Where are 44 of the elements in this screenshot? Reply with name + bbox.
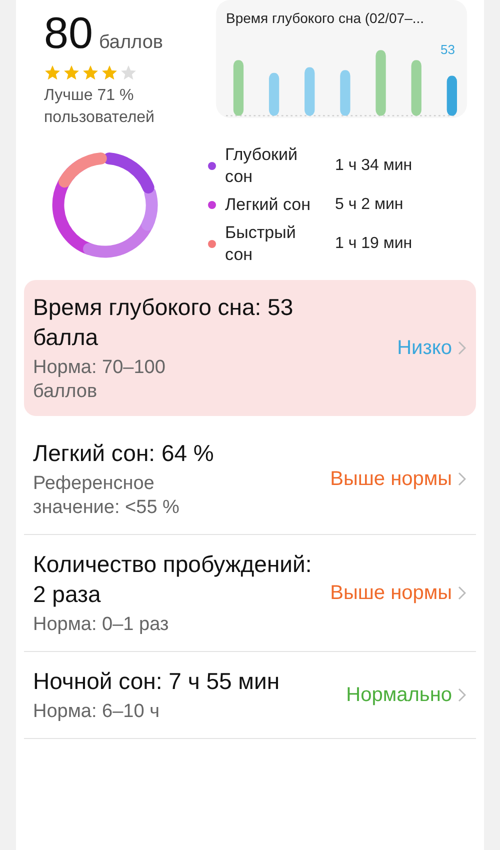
metric-norm: Норма: 0–1 раз — [33, 613, 170, 637]
chevron-icon — [458, 472, 466, 486]
metric-status: Выше нормы — [330, 468, 452, 490]
legend-label: Легкий сон — [225, 194, 312, 216]
metric-title: Легкий сон: 64 % — [33, 439, 215, 468]
metric-status: Нормально — [346, 684, 452, 706]
metric-status: Выше нормы — [330, 582, 452, 604]
metric-status: Низко — [397, 336, 452, 360]
metric-title: Время глубокого сна: 53 балла — [33, 293, 294, 352]
metric-norm: Норма: 6–10 ч — [33, 700, 160, 724]
score-unit: баллов — [98, 32, 164, 54]
chart-bar — [446, 76, 457, 116]
sleep-score: 80 — [44, 8, 93, 60]
bar-value-label: 53 — [440, 42, 455, 57]
chart-bar — [411, 60, 422, 116]
star-icon — [82, 64, 99, 81]
chart-bar — [304, 67, 315, 116]
legend-label: Быстрый сон — [225, 222, 297, 266]
star-icon — [101, 64, 118, 81]
legend-duration: 5 ч 2 мин — [335, 196, 404, 214]
chart-bar — [268, 72, 280, 116]
legend-duration: 1 ч 34 мин — [335, 157, 412, 175]
comparison-text: Лучше 71 % пользователей — [44, 86, 156, 128]
metric-title: Ночной сон: 7 ч 55 мин — [33, 667, 281, 696]
chart-bar — [233, 60, 244, 116]
metric-row[interactable]: Легкий сон: 64 % Референсное значение: <55 % Выше нормы — [24, 424, 476, 535]
chart-bar — [376, 50, 386, 116]
star-icon — [63, 64, 80, 81]
chart-card[interactable]: Время глубокого сна (02/07–... 53 — [216, 0, 467, 118]
metric-row[interactable]: Время глубокого сна: 53 балла Норма: 70–100 баллов Низко — [24, 280, 476, 416]
star-icon — [44, 64, 61, 81]
chevron-icon — [458, 688, 466, 702]
star-icon — [120, 64, 137, 81]
chart-title: Время глубокого сна (02/07–... — [226, 10, 426, 26]
legend-label: Глубокий сон — [225, 144, 298, 188]
metric-title: Количество пробуждений: 2 раза — [33, 550, 313, 609]
chevron-icon — [458, 586, 466, 600]
chevron-icon — [458, 341, 466, 355]
chart-bar — [340, 70, 350, 116]
metric-row[interactable]: Ночной сон: 7 ч 55 мин Норма: 6–10 ч Нормально — [24, 652, 476, 739]
metric-norm: Референсное значение: <55 % — [33, 472, 180, 520]
legend-duration: 1 ч 19 мин — [335, 235, 412, 253]
metric-row[interactable]: Количество пробуждений: 2 раза Норма: 0–1 раз Выше нормы — [24, 535, 476, 652]
metric-norm: Норма: 70–100 баллов — [33, 356, 166, 404]
